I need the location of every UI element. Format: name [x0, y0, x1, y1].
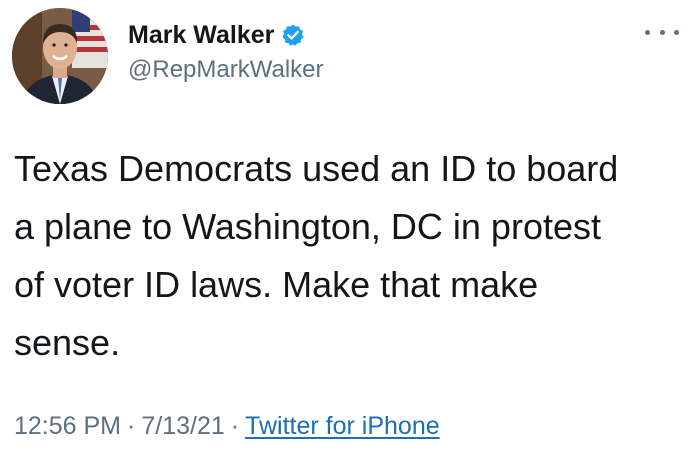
tweet-date[interactable]: 7/13/21 [141, 412, 224, 441]
name-row: Mark Walker [128, 18, 305, 52]
user-handle[interactable]: @RepMarkWalker [128, 56, 324, 84]
profile-photo-icon [12, 8, 108, 104]
more-options-button[interactable] [645, 22, 679, 42]
tweet-source-link[interactable]: Twitter for iPhone [245, 412, 440, 441]
tweet-text: Texas Democrats used an ID to board a pl… [14, 148, 619, 363]
meta-separator: · [127, 412, 136, 440]
avatar[interactable] [12, 8, 108, 104]
tweet-time[interactable]: 12:56 PM [14, 412, 121, 441]
meta-separator: · [230, 412, 240, 440]
display-name[interactable]: Mark Walker [128, 21, 274, 50]
verified-badge-icon [281, 23, 305, 47]
ellipsis-icon [645, 29, 650, 35]
ellipsis-icon [674, 29, 679, 35]
tweet-card: Mark Walker @RepMarkWalker Texas Democra… [0, 0, 697, 458]
ellipsis-icon [659, 29, 665, 35]
tweet-meta: 12:56 PM · 7/13/21 · Twitter for iPhone [14, 412, 440, 441]
